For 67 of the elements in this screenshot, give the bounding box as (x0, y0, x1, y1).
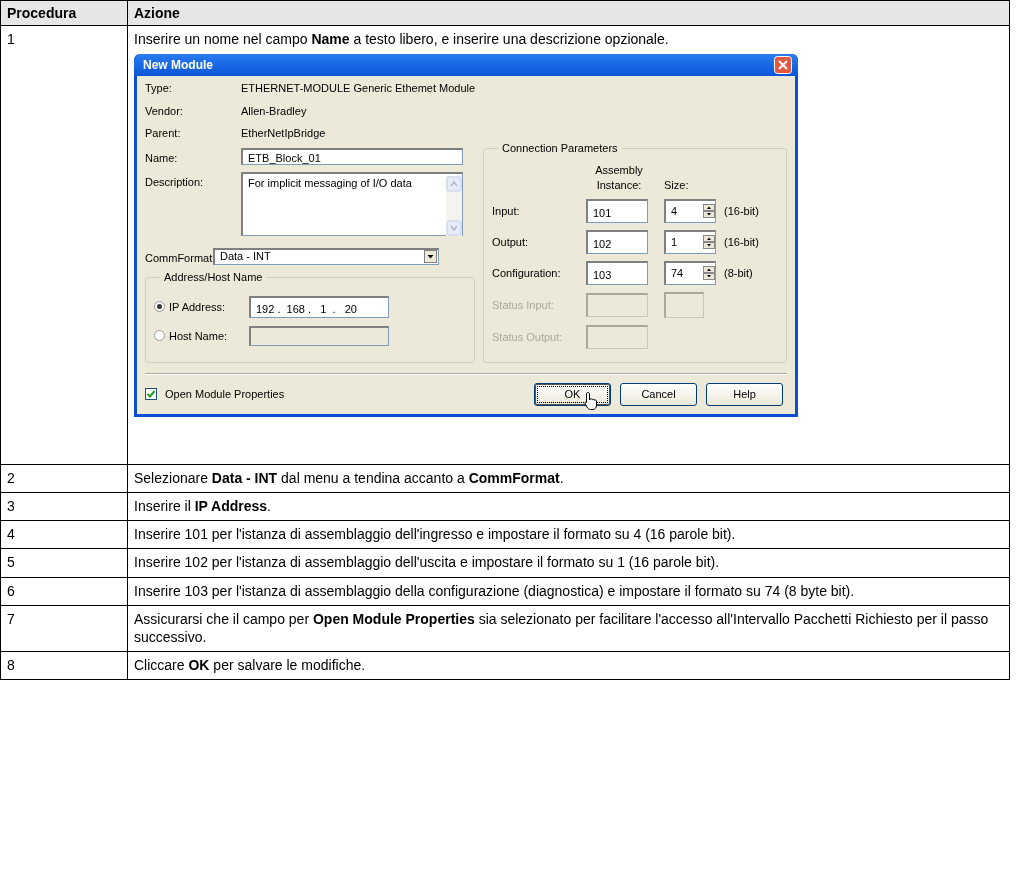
step-instruction: Selezionare Data - INT dal menu a tendina accanto a CommFormat. (134, 468, 565, 488)
step-instruction: Assicurarsi che il campo per Open Module Properties sia selezionato per facilitare l'accesso all'Intervallo Pacchetti Richiesto per il passo successivo. (134, 609, 990, 647)
checkbox[interactable] (145, 388, 157, 401)
field-value: Allen-Bradley (241, 103, 308, 118)
instance-field[interactable]: 101 (586, 198, 648, 223)
step-number: 3 (0, 492, 128, 521)
step-number: 2 (0, 464, 128, 493)
step-number: 8 (0, 651, 128, 680)
name-field[interactable]: ETB_Block_01 (241, 148, 463, 166)
step-instruction: Inserire 103 per l'istanza di assemblaggio della configurazione (diagnostica) e impostare il formato su 74 (8 byte bit). (134, 581, 856, 600)
ip-address-field[interactable]: 192 . 168 . 1 . 20 (249, 295, 389, 318)
comm-format-dropdown[interactable]: Data - INT (213, 247, 439, 265)
instance-field (586, 292, 648, 317)
field-label: Configuration: (492, 265, 562, 280)
field-label: Status Input: (492, 297, 555, 312)
field-label: Name: (145, 151, 179, 166)
option-label[interactable]: IP Address: (169, 299, 245, 314)
field-label: Type: (145, 81, 173, 96)
default-button[interactable]: OK (534, 382, 611, 406)
close-icon[interactable] (774, 56, 792, 75)
scrollbar-icon[interactable] (446, 175, 462, 236)
field-label: Output: (492, 234, 530, 249)
host-name-field[interactable] (249, 325, 389, 346)
size-spinner[interactable]: 1 (664, 229, 716, 254)
instance-field (586, 324, 648, 349)
step-number: 7 (0, 605, 128, 652)
step-instruction: Inserire un nome nel campo Name a testo libero, e inserire una descrizione opzionale. (134, 30, 670, 49)
field-label: Parent: (145, 125, 182, 141)
spin-arrows-icon[interactable] (703, 204, 715, 219)
checkbox-label[interactable]: Open Module Properties (165, 387, 285, 402)
size-spinner[interactable]: 74 (664, 260, 716, 285)
field-value: EtherNetIpBridge (241, 125, 327, 141)
step-number: 6 (0, 577, 128, 606)
instance-field[interactable]: 102 (586, 229, 648, 254)
radio-button[interactable] (154, 330, 165, 342)
column-header: Procedura (0, 0, 128, 26)
unit-label: (16-bit) (724, 234, 760, 249)
unit-label: (16-bit) (724, 203, 760, 218)
spin-arrows-icon[interactable] (703, 266, 715, 281)
column-header: Assembly Instance: (594, 163, 644, 192)
step-instruction: Inserire 101 per l'istanza di assemblaggio dell'ingresso e impostare il formato su 4 (16 parole bit). (134, 525, 737, 544)
field-label: Input: (492, 203, 521, 218)
unit-label: (8-bit) (724, 265, 754, 280)
instance-field[interactable]: 103 (586, 260, 648, 285)
step-instruction: Inserire 102 per l'istanza di assemblaggio dell'uscita e impostare il formato su 1 (16 parole bit). (134, 553, 721, 572)
field-label: Description: (145, 174, 205, 189)
radio-button[interactable] (154, 301, 165, 313)
window-title: New Module (143, 57, 213, 74)
field-label: Vendor: (145, 103, 184, 118)
dialog-button[interactable]: Cancel (620, 382, 697, 406)
option-label[interactable]: Host Name: (169, 328, 245, 343)
spin-arrows-icon[interactable] (703, 235, 715, 250)
dialog-button[interactable]: Help (706, 382, 783, 406)
step-number: 1 (0, 25, 128, 465)
column-header: Azione (127, 0, 1010, 26)
step-number: 5 (0, 548, 128, 578)
size-spinner[interactable]: 4 (664, 198, 716, 223)
step-number: 4 (0, 520, 128, 549)
field-label: CommFormat: (145, 250, 213, 265)
step-instruction: Inserire il IP Address. (134, 497, 272, 516)
step-instruction: Cliccare OK per salvare le modifiche. (134, 656, 367, 675)
column-header: Size: (664, 177, 690, 192)
field-value: ETHERNET-MODULE Generic Ethemet Module (241, 81, 477, 96)
size-field (664, 291, 704, 318)
field-label: Status Output: (492, 329, 564, 344)
description-field[interactable]: For implicit messaging of I/O data (241, 171, 463, 236)
hand-cursor-icon (584, 390, 598, 411)
